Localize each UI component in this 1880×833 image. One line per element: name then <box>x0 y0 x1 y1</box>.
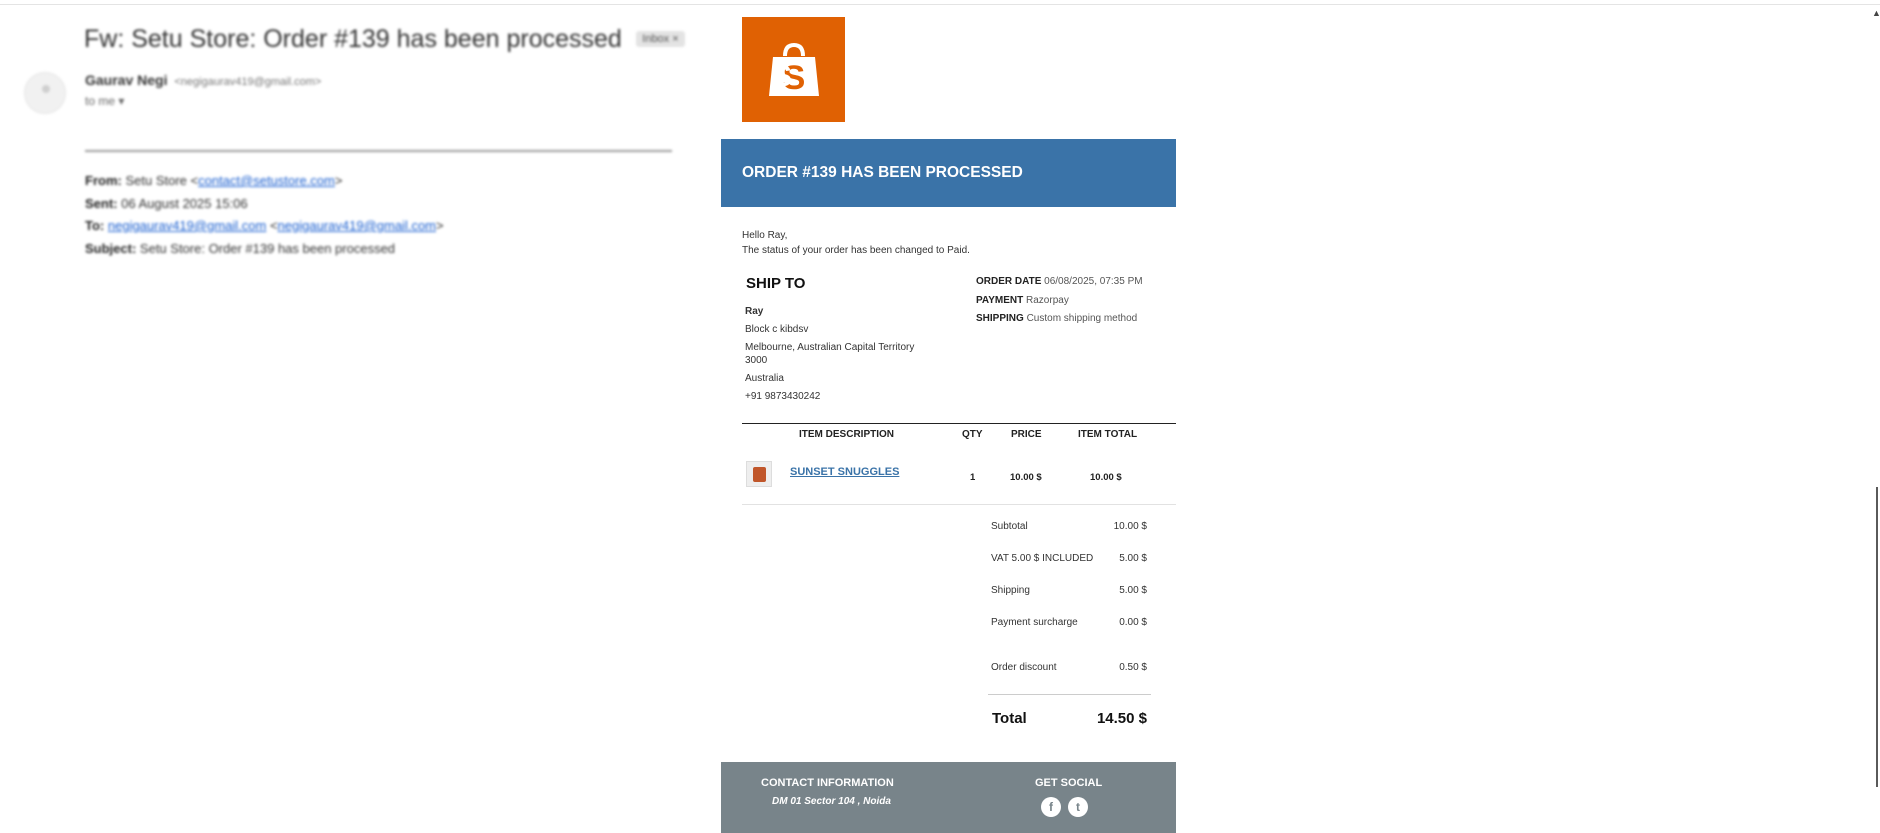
ship-line1: Block c kibdsv <box>745 324 809 335</box>
to-label: To: <box>85 218 105 233</box>
scroll-up-arrow-icon[interactable]: ▲ <box>1872 8 1880 18</box>
order-email-body: S S ORDER #139 HAS BEEN PROCESSED Hello … <box>721 0 1176 833</box>
order-status-banner: ORDER #139 HAS BEEN PROCESSED <box>721 139 1176 207</box>
subject-value: Setu Store: Order #139 has been processe… <box>139 240 396 256</box>
email-subject-row: Fw: Setu Store: Order #139 has been proc… <box>84 25 685 54</box>
shipping-cost-value: 5.00 $ <box>1119 585 1147 596</box>
totals-divider <box>988 694 1151 695</box>
sender-name: Gaurav Negi <box>85 72 168 88</box>
from-email-link[interactable]: contact@setustore.com <box>198 173 335 188</box>
shipping-address: Ray Block c kibdsv Melbourne, Australian… <box>745 305 920 408</box>
shipping-method-label: SHIPPING <box>976 313 1024 324</box>
twitter-icon[interactable]: t <box>1068 797 1088 817</box>
subtotal-value: 10.00 $ <box>1113 521 1147 532</box>
shipping-cost-label: Shipping <box>991 585 1030 596</box>
scrollbar-thumb[interactable] <box>1876 487 1878 787</box>
header-price: PRICE <box>1011 429 1042 440</box>
ship-name: Ray <box>745 306 764 317</box>
email-footer: CONTACT INFORMATION DM 01 Sector 104 , N… <box>721 762 1176 833</box>
forward-divider <box>85 150 672 152</box>
inbox-label-badge[interactable]: Inbox × <box>636 31 685 47</box>
store-logo: S S <box>742 17 845 122</box>
status-text: The status of your order has been change… <box>742 245 970 256</box>
facebook-icon[interactable]: f <box>1041 797 1061 817</box>
sender-info: Gaurav Negi <negigaurav419@gmail.com> <box>85 72 321 88</box>
sent-label: Sent: <box>85 195 118 211</box>
discount-label: Order discount <box>991 662 1057 673</box>
sent-value: 06 August 2025 15:06 <box>121 195 248 211</box>
greeting-text: Hello Ray, <box>742 230 788 241</box>
ship-country: Australia <box>745 373 784 384</box>
ship-line2: Melbourne, Australian Capital Territory … <box>745 342 915 366</box>
vat-label: VAT 5.00 $ INCLUDED <box>991 553 1094 564</box>
header-qty: QTY <box>962 429 983 440</box>
contact-heading: CONTACT INFORMATION <box>761 777 894 789</box>
discount-value: 0.50 $ <box>1119 662 1147 673</box>
contact-address: DM 01 Sector 104 , Noida <box>772 796 891 807</box>
greeting-block: Hello Ray, The status of your order has … <box>742 228 970 258</box>
subject-label: Subject: <box>85 240 137 256</box>
shopping-bag-icon: S S <box>768 42 819 97</box>
sender-email: <negigaurav419@gmail.com> <box>174 76 322 88</box>
items-table-top-border <box>742 423 1176 424</box>
vat-value: 5.00 $ <box>1119 553 1147 564</box>
payment-value: Razorpay <box>1026 294 1069 306</box>
order-meta: ORDER DATE 06/08/2025, 07:35 PM PAYMENT … <box>976 273 1143 329</box>
product-link[interactable]: SUNSET SNUGGLES <box>790 466 899 478</box>
header-item-description: ITEM DESCRIPTION <box>799 429 895 440</box>
shipping-method-value: Custom shipping method <box>1026 313 1138 324</box>
recipient-details-toggle[interactable]: to me ▾ <box>85 94 124 108</box>
social-heading: GET SOCIAL <box>1035 777 1103 789</box>
from-label: From: <box>85 173 122 188</box>
to-open: < <box>266 218 278 233</box>
ship-phone: +91 9873430242 <box>745 391 821 402</box>
surcharge-value: 0.00 $ <box>1119 617 1147 628</box>
grand-total-label: Total <box>992 710 1027 727</box>
payment-label: PAYMENT <box>976 294 1024 306</box>
grand-total-value: 14.50 $ <box>1096 710 1147 727</box>
forwarded-header: From: Setu Store <contact@setustore.com>… <box>85 170 444 260</box>
ship-to-heading: SHIP TO <box>746 275 806 292</box>
to-email-link-2[interactable]: negigaurav419@gmail.com <box>278 218 436 233</box>
product-thumbnail[interactable] <box>746 461 772 487</box>
sender-avatar <box>24 72 66 114</box>
header-item-total: ITEM TOTAL <box>1078 429 1138 440</box>
email-subject: Fw: Setu Store: Order #139 has been proc… <box>84 25 622 53</box>
surcharge-label: Payment surcharge <box>991 617 1078 628</box>
subtotal-label: Subtotal <box>991 521 1028 532</box>
order-date-value: 06/08/2025, 07:35 PM <box>1044 276 1143 287</box>
order-date-label: ORDER DATE <box>976 276 1042 287</box>
to-close: > <box>436 218 444 233</box>
svg-text:S: S <box>771 60 791 93</box>
to-email-link[interactable]: negigaurav419@gmail.com <box>108 218 266 233</box>
items-row-divider <box>742 504 1176 505</box>
from-close: > <box>334 173 343 188</box>
item-price: 10.00 $ <box>1010 472 1042 483</box>
from-text: Setu Store < <box>125 173 199 188</box>
item-qty: 1 <box>970 472 976 483</box>
item-total: 10.00 $ <box>1090 472 1122 483</box>
